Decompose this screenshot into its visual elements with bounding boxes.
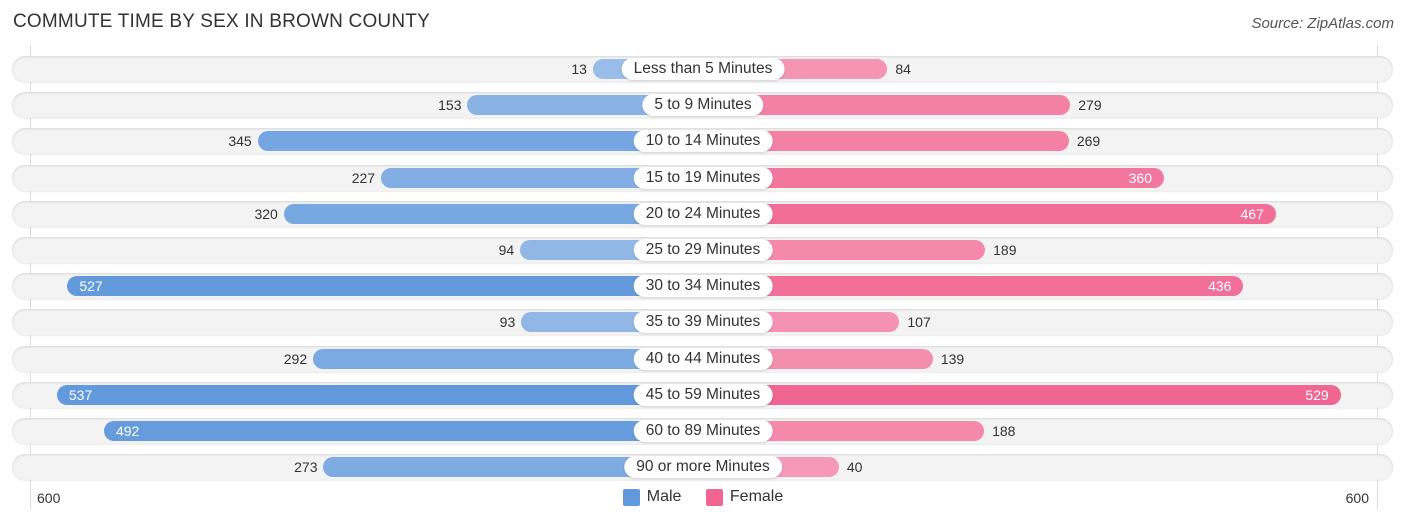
male-value-label: 292 <box>283 350 308 367</box>
category-label: 25 to 29 Minutes <box>633 239 773 261</box>
female-value-label: 467 <box>1240 205 1264 222</box>
male-value-label: 273 <box>294 459 318 476</box>
female-value-label: 279 <box>1078 97 1102 114</box>
legend-label-female: Female <box>729 488 784 505</box>
category-label: Less than 5 Minutes <box>621 58 785 80</box>
female-value-label: 84 <box>895 61 911 77</box>
female-bar[interactable] <box>703 203 1276 224</box>
category-label: 35 to 39 Minutes <box>633 311 773 334</box>
female-value-label: 139 <box>940 350 965 367</box>
category-label: 40 to 44 Minutes <box>633 347 773 370</box>
female-value-label: 189 <box>993 242 1017 258</box>
category-label: 20 to 24 Minutes <box>633 202 773 225</box>
female-value-label: 40 <box>846 459 863 476</box>
chart-title: COMMUTE TIME BY SEX IN BROWN COUNTY <box>13 11 430 32</box>
legend-swatch-female <box>705 488 723 506</box>
source-label: Source: ZipAtlas.com <box>1251 15 1394 32</box>
category-label: 30 to 34 Minutes <box>633 275 773 298</box>
category-label: 45 to 59 Minutes <box>633 383 773 406</box>
category-label: 90 or more Minutes <box>624 456 782 479</box>
legend-item-male[interactable]: Male <box>622 488 682 506</box>
male-value-label: 527 <box>79 278 103 295</box>
legend-swatch-male <box>622 488 640 506</box>
female-value-label: 188 <box>992 423 1016 439</box>
category-label: 60 to 89 Minutes <box>633 420 773 442</box>
legend-item-female[interactable]: Female <box>705 488 784 506</box>
male-bar[interactable] <box>67 276 703 297</box>
male-value-label: 320 <box>254 205 278 222</box>
female-value-label: 529 <box>1305 386 1329 403</box>
female-bar[interactable] <box>703 276 1244 297</box>
female-value-label: 107 <box>907 314 931 331</box>
category-label: 15 to 19 Minutes <box>633 166 773 189</box>
female-value-label: 269 <box>1076 133 1101 150</box>
male-bar[interactable] <box>56 384 703 405</box>
male-value-label: 227 <box>351 169 376 186</box>
category-label: 10 to 14 Minutes <box>633 130 773 153</box>
female-value-label: 360 <box>1128 169 1152 186</box>
legend: Male Female <box>0 488 1406 511</box>
male-value-label: 93 <box>499 314 516 331</box>
category-label: 5 to 9 Minutes <box>642 94 764 117</box>
male-value-label: 492 <box>115 423 140 439</box>
male-bar[interactable] <box>103 421 703 441</box>
male-value-label: 345 <box>228 133 252 150</box>
male-value-label: 94 <box>498 242 515 258</box>
male-value-label: 537 <box>68 386 93 403</box>
legend-label-male: Male <box>646 488 682 505</box>
female-bar[interactable] <box>703 384 1341 405</box>
female-value-label: 436 <box>1208 278 1232 295</box>
male-value-label: 13 <box>571 61 587 77</box>
male-value-label: 153 <box>438 97 462 114</box>
